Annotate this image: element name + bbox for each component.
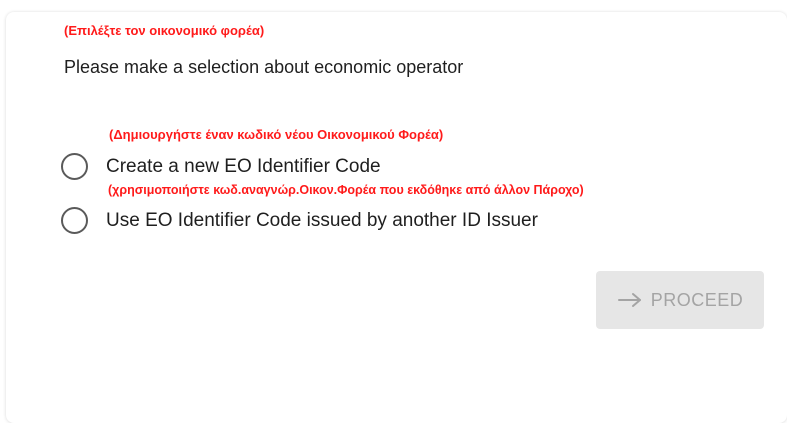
selection-card: (Επιλέξτε τον οικονομικό φορέα) Please m… — [6, 12, 787, 423]
proceed-button[interactable]: PROCEED — [596, 271, 764, 329]
translation-hint-create: (Δημιουργήστε έναν κωδικό νέου Οικονομικ… — [109, 127, 444, 142]
translation-hint-heading: (Επιλέξτε τον οικονομικό φορέα) — [64, 23, 265, 38]
radio-create-new-eo-code[interactable] — [61, 153, 88, 180]
page-title: Please make a selection about economic o… — [64, 57, 464, 77]
translation-hint-existing: (χρησιμοποιήστε κωδ.αναγνώρ.Οικον.Φορέα … — [108, 183, 584, 197]
arrow-right-icon — [617, 292, 643, 308]
option-create-new-eo-code[interactable]: Create a new EO Identifier Code — [61, 153, 381, 180]
option-label-existing: Use EO Identifier Code issued by another… — [106, 209, 538, 231]
page: (Επιλέξτε τον οικονομικό φορέα) Please m… — [0, 0, 787, 423]
option-label-create: Create a new EO Identifier Code — [106, 155, 381, 177]
option-use-existing-eo-code[interactable]: Use EO Identifier Code issued by another… — [61, 207, 538, 234]
proceed-button-label: PROCEED — [650, 289, 744, 310]
radio-use-existing-eo-code[interactable] — [61, 207, 88, 234]
